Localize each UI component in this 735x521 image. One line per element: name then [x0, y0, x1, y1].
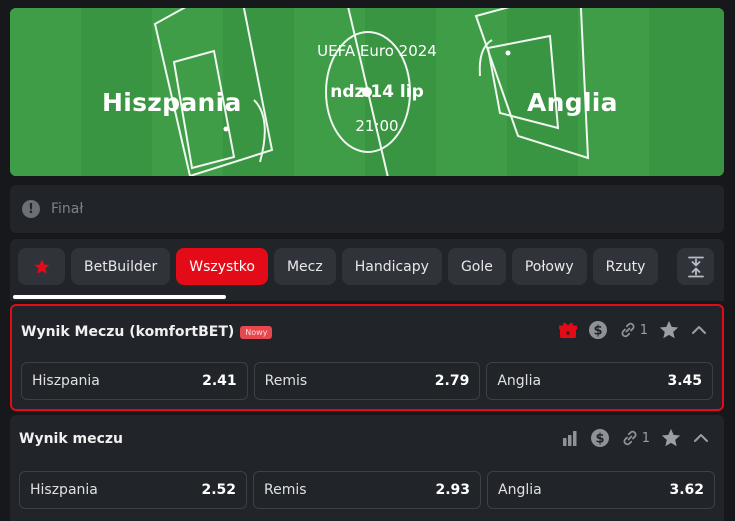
- market-card: Wynik Meczu (komfortBET) Nowy $ 1 Hiszpa…: [10, 304, 724, 411]
- event-date: ndz 14 lip: [330, 82, 424, 102]
- selection-odd: 2.79: [434, 373, 470, 389]
- tab-rzuty[interactable]: Rzuty: [592, 248, 659, 285]
- tab-handicapy[interactable]: Handicapy: [341, 248, 442, 285]
- expand-collapse-icon: [687, 256, 704, 277]
- selection-name: Anglia: [498, 482, 542, 498]
- svg-text:$: $: [595, 432, 604, 447]
- gift-icon[interactable]: [558, 320, 578, 340]
- dollar-icon[interactable]: $: [588, 320, 608, 340]
- expand-collapse-button[interactable]: [677, 248, 714, 285]
- chevron-up-icon[interactable]: [690, 321, 708, 339]
- stage-label: Finał: [51, 201, 84, 217]
- tab-favorites[interactable]: [18, 248, 65, 285]
- selection-odd: 3.62: [669, 482, 704, 498]
- stats-icon[interactable]: [562, 429, 580, 447]
- selection-odd: 3.45: [667, 373, 703, 389]
- odd-button-away[interactable]: Anglia 3.45: [486, 362, 714, 400]
- selection-name: Hiszpania: [32, 373, 100, 389]
- selection-name: Remis: [264, 373, 308, 389]
- selection-name: Hiszpania: [30, 482, 98, 498]
- tab-gole[interactable]: Gole: [447, 248, 506, 285]
- star-icon[interactable]: [660, 427, 682, 449]
- stage-bar: ! Finał: [10, 185, 724, 233]
- tab-wszystko[interactable]: Wszystko: [176, 248, 268, 285]
- competition-name: UEFA Euro 2024: [317, 42, 437, 60]
- star-icon: [34, 259, 49, 274]
- tabs-scroll-indicator[interactable]: [13, 295, 226, 299]
- market-card: Wynik meczu $ 1 Hiszpania 2.52 Remis 2.9…: [10, 415, 724, 521]
- odd-button-home[interactable]: Hiszpania 2.52: [19, 471, 247, 509]
- svg-text:$: $: [593, 324, 602, 339]
- selection-name: Remis: [264, 482, 307, 498]
- link-button[interactable]: 1: [618, 320, 648, 340]
- market-tabs: BetBuilder Wszystko Mecz Handicapy Gole …: [10, 239, 724, 301]
- star-icon[interactable]: [658, 319, 680, 341]
- chevron-up-icon[interactable]: [692, 429, 710, 447]
- event-header: Hiszpania Anglia UEFA Euro 2024 ndz 14 l…: [10, 8, 724, 176]
- odd-button-away[interactable]: Anglia 3.62: [487, 471, 715, 509]
- selection-odd: 2.41: [202, 373, 237, 389]
- link-count: 1: [639, 322, 648, 338]
- tab-mecz[interactable]: Mecz: [273, 248, 336, 285]
- link-icon: [623, 430, 637, 446]
- odd-button-draw[interactable]: Remis 2.93: [253, 471, 481, 509]
- odd-button-home[interactable]: Hiszpania 2.41: [21, 362, 248, 400]
- selection-odd: 2.52: [201, 482, 236, 498]
- tab-polowy[interactable]: Połowy: [511, 248, 587, 285]
- event-time: 21:00: [355, 117, 399, 135]
- info-icon: !: [22, 200, 40, 218]
- link-count: 1: [641, 430, 650, 446]
- market-title: Wynik meczu: [19, 431, 124, 447]
- dollar-icon[interactable]: $: [590, 428, 610, 448]
- selection-name: Anglia: [497, 373, 542, 389]
- selection-odd: 2.93: [435, 482, 470, 498]
- odd-button-draw[interactable]: Remis 2.79: [253, 362, 481, 400]
- link-icon: [621, 322, 635, 338]
- tab-betbuilder[interactable]: BetBuilder: [71, 248, 171, 285]
- new-badge: Nowy: [240, 325, 273, 339]
- market-title: Wynik Meczu (komfortBET): [21, 324, 235, 340]
- link-button[interactable]: 1: [620, 428, 650, 448]
